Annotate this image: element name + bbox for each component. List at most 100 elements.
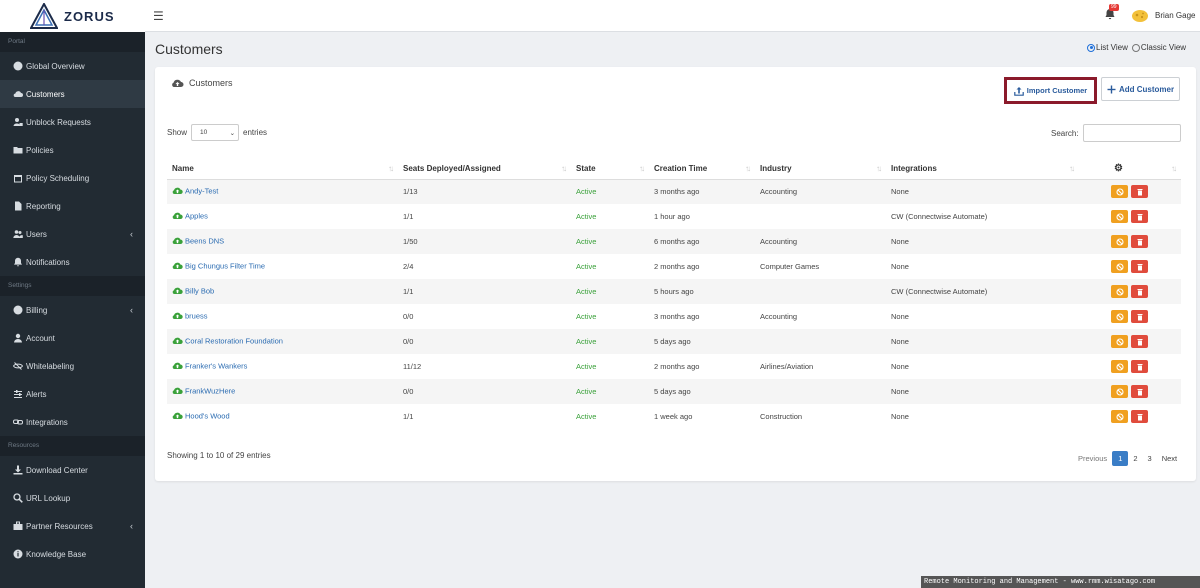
delete-button[interactable] <box>1131 360 1148 373</box>
customer-name-link[interactable]: Hood's Wood <box>185 411 230 420</box>
sidebar-item-unblock-requests[interactable]: Unblock Requests <box>0 108 145 136</box>
customer-name-cell[interactable]: FrankWuzHere <box>167 379 398 404</box>
delete-button[interactable] <box>1131 185 1148 199</box>
import-customer-button[interactable]: Import Customer <box>1004 77 1097 104</box>
disable-button[interactable] <box>1111 235 1128 248</box>
customer-name-link[interactable]: Franker's Wankers <box>185 361 247 370</box>
creation-time-cell: 5 hours ago <box>649 279 755 304</box>
sidebar-item-alerts[interactable]: Alerts <box>0 380 145 408</box>
seats-cell: 11/12 <box>403 362 422 371</box>
pagination-previous[interactable]: Previous <box>1073 451 1112 466</box>
column-header-name[interactable]: Name ↑↓ <box>167 159 398 180</box>
delete-button[interactable] <box>1131 335 1148 348</box>
menu-toggle-icon[interactable]: ☰ <box>153 9 164 23</box>
view-toggle: List View Classic View <box>1087 43 1186 52</box>
disable-button[interactable] <box>1111 360 1128 373</box>
sort-icon: ↑↓ <box>1069 164 1075 173</box>
disable-button[interactable] <box>1111 385 1128 398</box>
integrations-cell: None <box>891 262 909 271</box>
customer-name-cell[interactable]: Billy Bob <box>167 279 398 304</box>
entries-select[interactable]: 10 ⌄ <box>191 124 240 141</box>
sidebar-item-partner-resources[interactable]: Partner Resources ‹ <box>0 512 145 540</box>
delete-button[interactable] <box>1131 210 1148 223</box>
customer-name-cell[interactable]: Franker's Wankers <box>167 354 398 379</box>
customer-name-cell[interactable]: Apples <box>167 204 398 229</box>
sidebar-item-policy-scheduling[interactable]: Policy Scheduling <box>0 164 145 192</box>
actions-cell <box>1079 329 1181 354</box>
customer-name-link[interactable]: Billy Bob <box>185 286 214 295</box>
sidebar-item-url-lookup[interactable]: URL Lookup <box>0 484 145 512</box>
disable-button[interactable] <box>1111 410 1128 423</box>
sidebar-item-users[interactable]: Users ‹ <box>0 220 145 248</box>
customer-name-cell[interactable]: Big Chungus Filter Time <box>167 254 398 279</box>
column-header-industry[interactable]: Industry ↑↓ <box>755 159 886 180</box>
disable-button[interactable] <box>1111 260 1128 273</box>
pagination-next[interactable]: Next <box>1157 451 1182 466</box>
sidebar-item-knowledge-base[interactable]: Knowledge Base <box>0 540 145 568</box>
customer-name-cell[interactable]: bruess <box>167 304 398 329</box>
sidebar-item-whitelabeling[interactable]: Whitelabeling <box>0 352 145 380</box>
list-view-option[interactable]: List View <box>1087 43 1128 52</box>
table-row: Coral Restoration Foundation 0/0 Active 5 d… <box>167 329 1181 354</box>
trash-icon <box>1136 188 1144 196</box>
customer-name-cell[interactable]: Andy-Test <box>167 179 398 204</box>
trash-icon <box>1136 388 1144 396</box>
sidebar-item-policies[interactable]: Policies <box>0 136 145 164</box>
link-icon <box>12 417 23 428</box>
avatar[interactable] <box>1131 7 1149 23</box>
sidebar-item-notifications[interactable]: Notifications <box>0 248 145 276</box>
column-header-integrations[interactable]: Integrations ↑↓ <box>886 159 1079 180</box>
customer-name-link[interactable]: Big Chungus Filter Time <box>185 261 265 270</box>
customer-name-cell[interactable]: Beens DNS <box>167 229 398 254</box>
sidebar-item-customers[interactable]: Customers <box>0 80 145 108</box>
disable-button[interactable] <box>1111 210 1128 223</box>
delete-button[interactable] <box>1131 410 1148 423</box>
classic-view-option[interactable]: Classic View <box>1131 43 1186 52</box>
cloud-status-icon <box>172 186 183 197</box>
column-header-actions[interactable]: ⚙ ↑↓ <box>1079 159 1181 180</box>
sidebar-item-account[interactable]: Account <box>0 324 145 352</box>
column-header-state[interactable]: State ↑↓ <box>571 159 649 180</box>
delete-button[interactable] <box>1131 260 1148 273</box>
pagination-page-2[interactable]: 2 <box>1128 451 1142 466</box>
customer-name-link[interactable]: Beens DNS <box>185 236 224 245</box>
sort-icon: ↑↓ <box>745 164 751 173</box>
user-name[interactable]: Brian Gage <box>1155 11 1195 20</box>
customer-name-link[interactable]: FrankWuzHere <box>185 386 235 395</box>
delete-button[interactable] <box>1131 235 1148 248</box>
actions-cell <box>1079 304 1181 329</box>
user-lock-icon <box>12 117 23 128</box>
disable-button[interactable] <box>1111 285 1128 298</box>
delete-button[interactable] <box>1131 310 1148 323</box>
sidebar-item-billing[interactable]: Billing ‹ <box>0 296 145 324</box>
sidebar-item-download-center[interactable]: Download Center <box>0 456 145 484</box>
seats-cell: 1/1 <box>403 212 414 221</box>
delete-button[interactable] <box>1131 385 1148 398</box>
search-input[interactable] <box>1082 124 1181 142</box>
sidebar-item-integrations[interactable]: Integrations <box>0 408 145 436</box>
disable-button[interactable] <box>1111 310 1128 323</box>
logo[interactable]: ZORUS <box>0 0 145 32</box>
sidebar-item-global-overview[interactable]: Global Overview <box>0 52 145 80</box>
customer-name-cell[interactable]: Hood's Wood <box>167 404 398 429</box>
pagination-page-3[interactable]: 3 <box>1143 451 1157 466</box>
add-customer-button[interactable]: Add Customer <box>1101 77 1180 101</box>
sidebar-item-reporting[interactable]: Reporting <box>0 192 145 220</box>
ban-icon <box>1115 387 1124 396</box>
customer-name-link[interactable]: Apples <box>185 211 208 220</box>
disable-button[interactable] <box>1111 335 1128 348</box>
customer-name-cell[interactable]: Coral Restoration Foundation <box>167 329 398 354</box>
delete-button[interactable] <box>1131 285 1148 298</box>
industry-cell <box>755 329 886 354</box>
disable-button[interactable] <box>1111 185 1128 199</box>
customer-name-link[interactable]: Andy-Test <box>185 187 218 196</box>
sidebar-item-label: Integrations <box>26 417 68 427</box>
pagination-page-1[interactable]: 1 <box>1112 451 1129 466</box>
sort-icon: ↑↓ <box>561 164 567 173</box>
customer-name-link[interactable]: Coral Restoration Foundation <box>185 336 283 345</box>
column-header-seats[interactable]: Seats Deployed/Assigned ↑↓ <box>398 159 571 180</box>
customer-name-link[interactable]: bruess <box>185 311 208 320</box>
entries-label: entries <box>243 128 268 137</box>
card-title-text: Customers <box>189 78 233 88</box>
column-header-creation-time[interactable]: Creation Time ↑↓ <box>649 159 755 180</box>
